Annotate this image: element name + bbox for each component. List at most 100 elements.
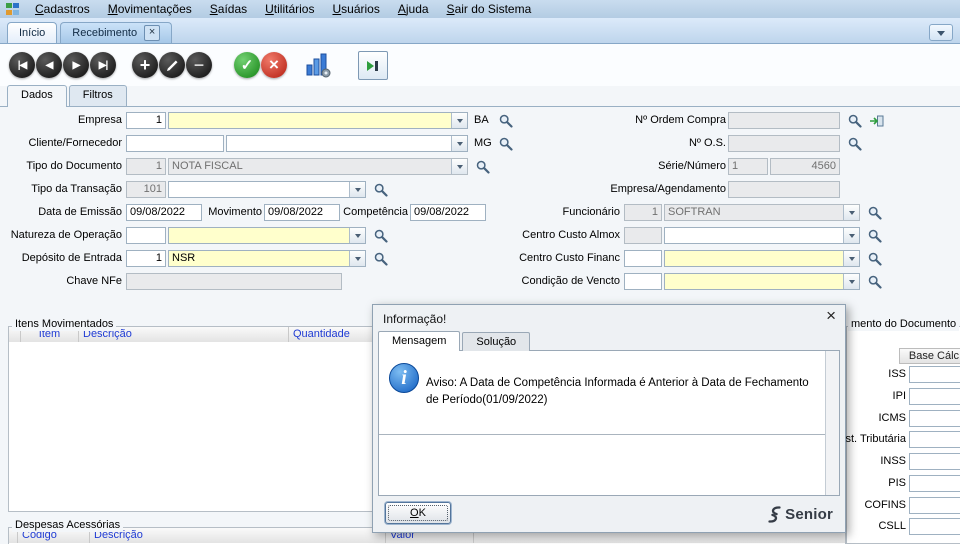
- process-button[interactable]: [358, 51, 388, 80]
- last-record-button[interactable]: ▶|: [90, 52, 116, 78]
- tab-mensagem[interactable]: Mensagem: [378, 331, 461, 351]
- deposito-entrada-label: Depósito de Entrada: [21, 252, 122, 264]
- icms-field[interactable]: [909, 410, 960, 427]
- funcionario-code-field: 1: [624, 204, 662, 221]
- bar-chart-icon: [306, 53, 331, 78]
- lookup-icon[interactable]: [497, 112, 514, 129]
- centro-custo-almox-combo[interactable]: [664, 227, 860, 244]
- dialog-tab-bar: Mensagem Solução: [378, 331, 532, 351]
- previous-record-button[interactable]: ◀: [36, 52, 62, 78]
- serie-numero-label: Série/Número: [658, 160, 726, 172]
- competencia-label: Competência: [343, 206, 408, 218]
- chevron-down-icon[interactable]: [843, 228, 859, 243]
- chevron-down-icon[interactable]: [843, 274, 859, 289]
- menu-ajuda[interactable]: Ajuda: [389, 0, 438, 18]
- serie-field: 1: [728, 158, 768, 175]
- cliente-combo[interactable]: [226, 135, 468, 152]
- combo-value: NSR: [172, 252, 196, 264]
- scrollbar[interactable]: [825, 351, 839, 495]
- cofins-field[interactable]: [909, 497, 960, 514]
- close-icon[interactable]: ×: [826, 307, 836, 324]
- lookup-icon[interactable]: [474, 158, 491, 175]
- menu-cadastros[interactable]: Cadastros: [26, 0, 99, 18]
- menu-utilitarios[interactable]: Utilitários: [256, 0, 323, 18]
- cliente-code-field[interactable]: [126, 135, 224, 152]
- tab-bar: Início Recebimento ×: [0, 18, 960, 44]
- col-quantidade[interactable]: Quantidade: [289, 327, 379, 342]
- tab-dados[interactable]: Dados: [7, 85, 67, 107]
- next-record-button[interactable]: ▶: [63, 52, 89, 78]
- report-chart-button[interactable]: [303, 51, 333, 79]
- confirm-button[interactable]: ✓: [234, 52, 260, 78]
- ok-label: OK: [410, 507, 426, 519]
- centro-custo-financ-combo[interactable]: [664, 250, 860, 267]
- info-dialog: Informação! × Mensagem Solução i Aviso: …: [372, 304, 846, 533]
- natureza-code-field[interactable]: [126, 227, 166, 244]
- cancel-button[interactable]: ×: [261, 52, 287, 78]
- order-link-icon[interactable]: [867, 112, 885, 129]
- tab-recebimento[interactable]: Recebimento ×: [60, 22, 173, 43]
- movimento-field[interactable]: 09/08/2022: [264, 204, 340, 221]
- subst-tributaria-field[interactable]: [909, 431, 960, 448]
- data-emissao-field[interactable]: 09/08/2022: [126, 204, 202, 221]
- tab-label: Recebimento: [72, 27, 138, 39]
- close-icon[interactable]: ×: [144, 25, 161, 41]
- chevron-down-icon[interactable]: [349, 228, 365, 243]
- menu-movimentacoes[interactable]: Movimentações: [99, 0, 201, 18]
- dialog-title: Informação!: [383, 312, 447, 326]
- lookup-icon[interactable]: [866, 250, 883, 267]
- inss-field[interactable]: [909, 453, 960, 470]
- ok-button[interactable]: OK: [385, 502, 451, 524]
- chevron-down-icon[interactable]: [349, 251, 365, 266]
- lookup-icon[interactable]: [497, 135, 514, 152]
- lookup-icon[interactable]: [846, 112, 863, 129]
- senior-logo-icon: [768, 506, 781, 523]
- competencia-field[interactable]: 09/08/2022: [410, 204, 486, 221]
- condicao-vencto-code-field[interactable]: [624, 273, 662, 290]
- csll-field[interactable]: [909, 518, 960, 535]
- menu-sair[interactable]: Sair do Sistema: [438, 0, 541, 18]
- tipo-transacao-label: Tipo da Transação: [31, 183, 122, 195]
- chevron-down-icon[interactable]: [451, 113, 467, 128]
- tab-solucao[interactable]: Solução: [462, 332, 531, 351]
- chevron-down-icon[interactable]: [843, 251, 859, 266]
- numero-field: 4560: [770, 158, 840, 175]
- lookup-icon[interactable]: [866, 273, 883, 290]
- lookup-icon[interactable]: [372, 227, 389, 244]
- lookup-icon[interactable]: [372, 181, 389, 198]
- tipo-transacao-combo[interactable]: [168, 181, 366, 198]
- funcionario-combo: SOFTRAN: [664, 204, 860, 221]
- tab-inicio[interactable]: Início: [7, 22, 58, 43]
- edit-record-button[interactable]: [159, 52, 185, 78]
- dialog-message-panel: i Aviso: A Data de Competência Informada…: [378, 350, 840, 496]
- menu-saidas[interactable]: Saídas: [201, 0, 256, 18]
- add-record-button[interactable]: +: [132, 52, 158, 78]
- first-record-button[interactable]: |◀: [9, 52, 35, 78]
- tab-filtros[interactable]: Filtros: [68, 85, 127, 106]
- menu-usuarios[interactable]: Usuários: [323, 0, 388, 18]
- itens-section-label: Itens Movimentados: [12, 318, 117, 331]
- chevron-down-icon[interactable]: [349, 182, 365, 197]
- lookup-icon[interactable]: [866, 227, 883, 244]
- condicao-vencto-combo[interactable]: [664, 273, 860, 290]
- lookup-icon[interactable]: [846, 135, 863, 152]
- col-descricao[interactable]: Descrição: [90, 528, 386, 543]
- natureza-combo[interactable]: [168, 227, 366, 244]
- condicao-vencto-label: Condição de Vencto: [521, 275, 620, 287]
- centro-custo-financ-code-field[interactable]: [624, 250, 662, 267]
- empresa-combo[interactable]: [168, 112, 468, 129]
- empresa-code-field[interactable]: 1: [126, 112, 166, 129]
- lookup-icon[interactable]: [866, 204, 883, 221]
- pis-field[interactable]: [909, 475, 960, 492]
- tipo-documento-combo: NOTA FISCAL: [168, 158, 468, 175]
- deposito-code-field[interactable]: 1: [126, 250, 166, 267]
- deposito-combo[interactable]: NSR: [168, 250, 366, 267]
- delete-record-button[interactable]: −: [186, 52, 212, 78]
- iss-field[interactable]: [909, 366, 960, 383]
- chevron-down-icon[interactable]: [451, 136, 467, 151]
- tab-list-button[interactable]: [929, 24, 953, 41]
- ipi-field[interactable]: [909, 388, 960, 405]
- message-text: Aviso: A Data de Competência Informada é…: [426, 377, 809, 407]
- lookup-icon[interactable]: [372, 250, 389, 267]
- centro-custo-almox-label: Centro Custo Almox: [522, 229, 620, 241]
